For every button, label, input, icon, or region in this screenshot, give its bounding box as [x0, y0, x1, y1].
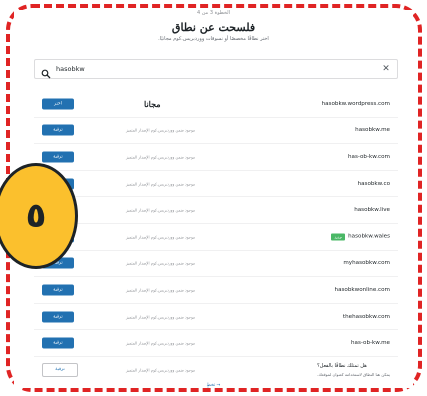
domain-name: myhasobkw.com [343, 260, 390, 266]
price-label: مجانا [144, 98, 161, 109]
domain-row: جديد hasobkw.wales موجود ضمن ووردبريس.كوم … [34, 224, 398, 251]
page-subtitle: اختر نطاقًا مخصصًا أو نسوقات ووردبريس.كو… [158, 36, 269, 42]
own-domain-description: يمكن هنا النطاق لاستخدامه كعنوان لموقعك. [317, 372, 390, 378]
price-label: موجود ضمن ووردبريس.كوم الإصدار المتميز [126, 127, 196, 133]
page-header: الخطوة 3 من 4 فلسحت عن نطاق اختر نطاقًا … [14, 10, 413, 42]
step-indicator: الخطوة 3 من 4 [196, 10, 231, 16]
domain-row: has-ob-kw.me موجود ضمن ووردبريس.كوم الإصد… [34, 330, 398, 357]
domain-label: hasobkwonline.com [334, 286, 390, 293]
upgrade-button[interactable]: ترقية [42, 337, 74, 349]
domain-label: has-ob-kw.me [351, 340, 390, 347]
domain-row: has-ob-kw.com موجود ضمن ووردبريس.كوم الإص… [34, 144, 398, 171]
price-label: موجود ضمن ووردبريس.كوم الإصدار المتميز [126, 287, 196, 293]
domain-row: thehasobkw.com موجود ضمن ووردبريس.كوم الإ… [34, 304, 398, 331]
upgrade-button[interactable]: ترقية [42, 284, 74, 296]
domain-label: thehasobkw.com [342, 313, 390, 320]
domain-name: thehasobkw.com [343, 314, 390, 320]
own-domain-question: هل تمتلك نطاقًا بالفعل؟ [317, 363, 367, 370]
domain-name: hasobkw.co [358, 181, 390, 187]
domain-name: has-ob-kw.com [348, 154, 390, 160]
domain-row: myhasobkw.com موجود ضمن ووردبريس.كوم الإص… [34, 251, 398, 278]
upgrade-button[interactable]: ترقية [42, 311, 74, 323]
domain-name: hasobkw.wordpress.com [322, 101, 390, 107]
search-icon [41, 64, 51, 79]
price-label: موجود ضمن ووردبريس.كوم الإصدار المتميز [126, 340, 196, 346]
domain-row: hasobkw.co موجود ضمن ووردبريس.كوم الإصدار… [34, 171, 398, 198]
step-number: ٥ [25, 196, 47, 236]
domain-row: hasobkwonline.com موجود ضمن ووردبريس.كوم … [34, 277, 398, 304]
new-badge: جديد [331, 233, 346, 241]
price-label: موجود ضمن ووردبريس.كوم الإصدار المتميز [126, 314, 196, 320]
select-button[interactable]: اختر [42, 98, 74, 110]
domain-results-list: hasobkw.wordpress.com مجانا اختر hasobkw.me… [34, 91, 398, 384]
skip-link[interactable]: تخطٍ → [14, 383, 413, 388]
domain-label: hasobkw.wales [348, 233, 390, 240]
domain-name: hasobkwonline.com [335, 287, 390, 293]
domain-row: hasobkw.live موجود ضمن ووردبريس.كوم الإصد… [34, 197, 398, 224]
upgrade-button[interactable]: ترقية [42, 151, 74, 163]
price-label: موجود ضمن ووردبريس.كوم الإصدار المتميز [126, 260, 196, 266]
domain-label: hasobkw.co [357, 180, 390, 187]
domain-name: جديد hasobkw.wales [331, 233, 390, 241]
search-input[interactable]: hasobkw [56, 65, 381, 73]
domain-label: hasobkw.wordpress.com [321, 100, 390, 107]
domain-row: hasobkw.me موجود ضمن ووردبريس.كوم الإصدار… [34, 118, 398, 145]
domain-name: has-ob-kw.me [351, 340, 390, 346]
price-label: موجود ضمن ووردبريس.كوم الإصدار المتميز [126, 367, 196, 373]
own-domain-text: هل تمتلك نطاقًا بالفعل؟ يمكن هنا النطاق ل… [317, 363, 390, 377]
domain-label: hasobkw.me [355, 127, 390, 134]
domain-label: myhasobkw.com [343, 260, 390, 267]
domain-row: hasobkw.wordpress.com مجانا اختر [34, 91, 398, 118]
domain-search[interactable]: hasobkw ✕ [34, 59, 398, 79]
price-label: موجود ضمن ووردبريس.كوم الإصدار المتميز [126, 181, 196, 187]
domain-name: hasobkw.live [354, 207, 390, 213]
price-label: موجود ضمن ووردبريس.كوم الإصدار المتميز [126, 234, 196, 240]
upgrade-button[interactable]: ترقية [42, 124, 74, 136]
domain-label: has-ob-kw.com [347, 153, 390, 160]
own-domain-button[interactable]: ترقية [42, 363, 78, 378]
domain-label: hasobkw.live [354, 207, 390, 214]
close-icon[interactable]: ✕ [381, 64, 391, 74]
own-domain-row: هل تمتلك نطاقًا بالفعل؟ يمكن هنا النطاق ل… [34, 357, 398, 384]
price-label: موجود ضمن ووردبريس.كوم الإصدار المتميز [126, 154, 196, 160]
page-title: فلسحت عن نطاق [171, 21, 256, 34]
domain-name: hasobkw.me [355, 127, 390, 133]
price-label: موجود ضمن ووردبريس.كوم الإصدار المتميز [126, 207, 196, 213]
